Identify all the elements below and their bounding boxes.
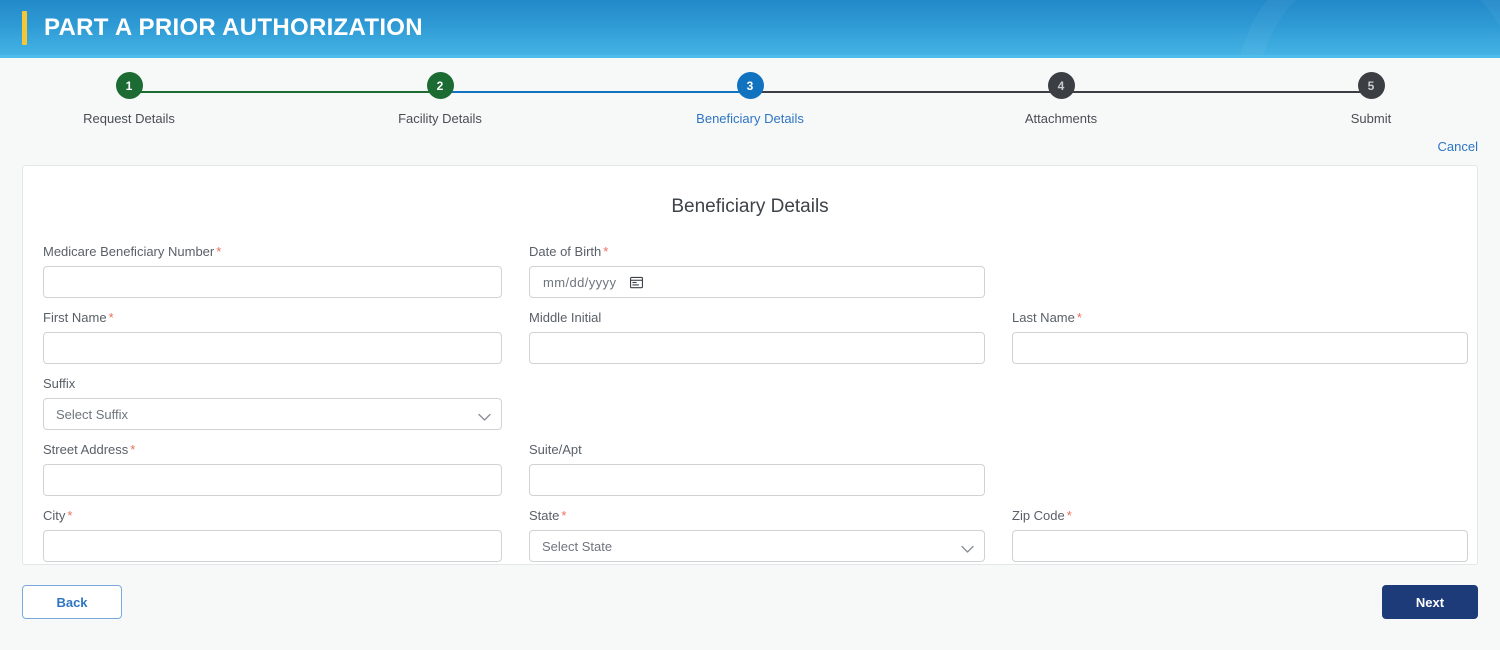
field-city: City * — [43, 508, 502, 562]
required-asterisk: * — [561, 508, 567, 523]
step-circle-4[interactable]: 4 — [1047, 72, 1075, 99]
required-asterisk: * — [67, 508, 73, 523]
form-row-1: Medicare Beneficiary Number * Date of Bir… — [43, 244, 1457, 298]
form-row-5: City * State * Select State Zip Code * — [43, 508, 1468, 562]
label-text: Date of Birth — [529, 244, 602, 259]
form-footer: Back Next — [0, 565, 1500, 619]
field-date-of-birth: Date of Birth * mm/dd/yyyy — [529, 244, 985, 298]
field-middle-initial: Middle Initial — [529, 310, 985, 364]
stepper-track: 1 Request Details 2 Facility Details 3 B… — [83, 72, 1391, 134]
stepper-connector-4-5 — [1061, 91, 1371, 93]
label-text: State — [529, 508, 560, 523]
label-street-address: Street Address * — [43, 442, 502, 458]
state-selected-value: Select State — [542, 538, 613, 554]
field-suite-apt: Suite/Apt — [529, 442, 985, 496]
cancel-row: Cancel — [0, 138, 1500, 158]
field-street-address: Street Address * — [43, 442, 502, 496]
step-label-3: Beneficiary Details — [696, 111, 804, 126]
step-circle-3[interactable]: 3 — [736, 72, 764, 99]
form-row-3: Suffix Select Suffix — [43, 376, 1457, 430]
first-name-input[interactable] — [43, 332, 502, 364]
label-text: City — [43, 508, 66, 523]
app-header: PART A PRIOR AUTHORIZATION — [0, 0, 1500, 55]
stepper-connector-1-2 — [129, 91, 440, 93]
page-title: PART A PRIOR AUTHORIZATION — [44, 13, 423, 41]
label-date-of-birth: Date of Birth * — [529, 244, 985, 260]
label-text: First Name — [43, 310, 107, 325]
label-suite-apt: Suite/Apt — [529, 442, 582, 457]
required-asterisk: * — [130, 442, 136, 457]
state-select-wrapper: Select State — [529, 530, 985, 562]
label-text: Zip Code — [1012, 508, 1065, 523]
field-last-name: Last Name * — [1012, 310, 1468, 364]
step-circle-1[interactable]: 1 — [115, 72, 143, 99]
back-button[interactable]: Back — [22, 585, 122, 619]
next-button[interactable]: Next — [1382, 585, 1478, 619]
required-asterisk: * — [216, 244, 222, 259]
label-zip-code: Zip Code * — [1012, 508, 1468, 524]
form-row-3-spacer — [529, 376, 985, 430]
last-name-input[interactable] — [1012, 332, 1468, 364]
suite-apt-input[interactable] — [529, 464, 985, 496]
field-state: State * Select State — [529, 508, 985, 562]
step-label-2: Facility Details — [398, 111, 482, 126]
date-of-birth-wrapper: mm/dd/yyyy — [529, 266, 985, 298]
date-of-birth-input[interactable] — [529, 266, 985, 298]
label-text: Street Address — [43, 442, 129, 457]
progress-stepper: 1 Request Details 2 Facility Details 3 B… — [0, 58, 1500, 138]
form-row-2: First Name * Middle Initial Last Name * — [43, 310, 1468, 364]
label-city: City * — [43, 508, 502, 524]
label-first-name: First Name * — [43, 310, 502, 326]
step-circle-5[interactable]: 5 — [1357, 72, 1385, 99]
required-asterisk: * — [1066, 508, 1072, 523]
label-medicare-beneficiary-number: Medicare Beneficiary Number * — [43, 244, 502, 260]
form-title: Beneficiary Details — [671, 196, 829, 217]
cancel-link[interactable]: Cancel — [1438, 139, 1478, 154]
header-accent-bar — [22, 10, 27, 45]
step-label-4: Attachments — [1024, 111, 1098, 126]
suffix-selected-value: Select Suffix — [56, 406, 129, 422]
field-medicare-beneficiary-number: Medicare Beneficiary Number * — [43, 244, 502, 298]
required-asterisk: * — [1076, 310, 1082, 325]
field-suffix: Suffix Select Suffix — [43, 376, 502, 430]
middle-initial-input[interactable] — [529, 332, 985, 364]
label-text: Last Name — [1012, 310, 1075, 325]
label-suffix: Suffix — [43, 376, 76, 391]
step-label-5: Submit — [1350, 111, 1392, 126]
medicare-beneficiary-number-input[interactable] — [43, 266, 502, 298]
required-asterisk: * — [603, 244, 609, 259]
required-asterisk: * — [108, 310, 114, 325]
step-label-1: Request Details — [83, 111, 175, 126]
label-last-name: Last Name * — [1012, 310, 1468, 326]
city-input[interactable] — [43, 530, 502, 562]
suffix-select-wrapper: Select Suffix — [43, 398, 502, 430]
zip-code-input[interactable] — [1012, 530, 1468, 562]
stepper-connector-3-4 — [750, 91, 1061, 93]
suffix-select[interactable]: Select Suffix — [43, 398, 502, 430]
street-address-input[interactable] — [43, 464, 502, 496]
label-text: Medicare Beneficiary Number — [43, 244, 215, 259]
stepper-connector-2-3 — [440, 91, 750, 93]
step-circle-2[interactable]: 2 — [426, 72, 454, 99]
label-middle-initial: Middle Initial — [529, 310, 602, 325]
state-select[interactable]: Select State — [529, 530, 985, 562]
beneficiary-details-card: Beneficiary Details Medicare Beneficiary… — [22, 165, 1478, 565]
label-state: State * — [529, 508, 985, 524]
form-row-4: Street Address * Suite/Apt — [43, 442, 1457, 496]
field-zip-code: Zip Code * — [1012, 508, 1468, 562]
field-first-name: First Name * — [43, 310, 502, 364]
